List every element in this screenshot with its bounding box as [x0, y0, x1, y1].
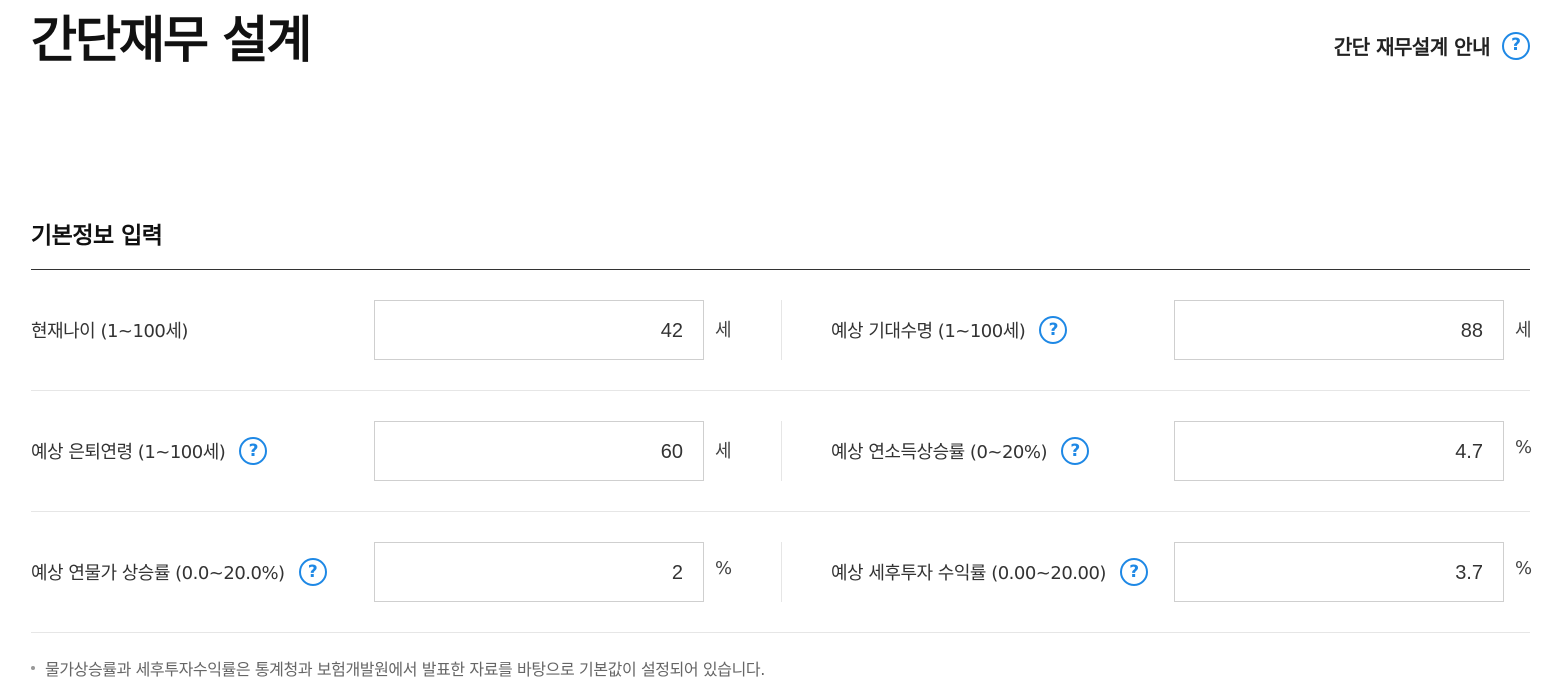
form-row-3: 예상 연물가 상승률 (0.0~20.0%) ? % 예상 세후투자 수익률 (… — [31, 512, 1533, 633]
guide-link[interactable]: 간단 재무설계 안내 ? — [1334, 31, 1530, 60]
question-circle-icon[interactable]: ? — [1502, 31, 1530, 60]
retirement-age-unit: 세 — [715, 441, 732, 462]
inflation-label: 예상 연물가 상승률 (0.0~20.0%) ? — [31, 554, 327, 590]
income-growth-unit: % — [1515, 437, 1533, 458]
retirement-age-label-text: 예상 은퇴연령 (1~100세) — [31, 442, 226, 463]
current-age-label-text: 현재나이 (1~100세) — [31, 321, 188, 342]
investment-return-label-text: 예상 세후투자 수익률 (0.00~20.00) — [831, 563, 1106, 584]
inflation-unit: % — [715, 558, 733, 579]
question-circle-icon[interactable]: ? — [298, 558, 327, 586]
form-row-1: 현재나이 (1~100세) 세 예상 기대수명 (1~100세) ? 세 — [31, 270, 1532, 391]
question-circle-icon[interactable]: ? — [1061, 437, 1090, 465]
question-circle-icon[interactable]: ? — [239, 437, 268, 465]
investment-return-unit: % — [1515, 558, 1533, 579]
investment-return-input[interactable] — [1174, 542, 1504, 602]
bullet-icon — [31, 666, 35, 670]
life-expectancy-input[interactable] — [1174, 300, 1504, 360]
question-circle-icon[interactable]: ? — [1039, 316, 1068, 344]
life-expectancy-label: 예상 기대수명 (1~100세) ? — [831, 312, 1068, 348]
inflation-input[interactable] — [374, 542, 704, 602]
income-growth-label-text: 예상 연소득상승률 (0~20%) — [831, 442, 1048, 463]
column-divider — [781, 421, 782, 481]
question-circle-icon[interactable]: ? — [1119, 558, 1148, 586]
page-title: 간단재무 설계 — [31, 11, 312, 69]
retirement-age-label: 예상 은퇴연령 (1~100세) ? — [31, 433, 268, 469]
column-divider — [781, 300, 782, 360]
current-age-input[interactable] — [374, 300, 704, 360]
footnote-text: 물가상승률과 세후투자수익률은 통계청과 보험개발원에서 발표한 자료를 바탕으… — [45, 660, 765, 679]
guide-label: 간단 재무설계 안내 — [1333, 35, 1491, 59]
column-divider — [781, 542, 782, 602]
footnote: 물가상승률과 세후투자수익률은 통계청과 보험개발원에서 발표한 자료를 바탕으… — [31, 656, 765, 680]
inflation-label-text: 예상 연물가 상승률 (0.0~20.0%) — [31, 563, 285, 584]
income-growth-label: 예상 연소득상승률 (0~20%) ? — [831, 433, 1090, 469]
life-expectancy-unit: 세 — [1515, 320, 1532, 341]
current-age-label: 현재나이 (1~100세) — [31, 312, 188, 348]
form-row-2: 예상 은퇴연령 (1~100세) ? 세 예상 연소득상승률 (0~20%) ?… — [31, 391, 1533, 512]
section-title: 기본정보 입력 — [31, 223, 163, 249]
retirement-age-input[interactable] — [374, 421, 704, 481]
investment-return-label: 예상 세후투자 수익률 (0.00~20.00) ? — [831, 554, 1148, 590]
life-expectancy-label-text: 예상 기대수명 (1~100세) — [831, 321, 1026, 342]
income-growth-input[interactable] — [1174, 421, 1504, 481]
current-age-unit: 세 — [715, 320, 732, 341]
